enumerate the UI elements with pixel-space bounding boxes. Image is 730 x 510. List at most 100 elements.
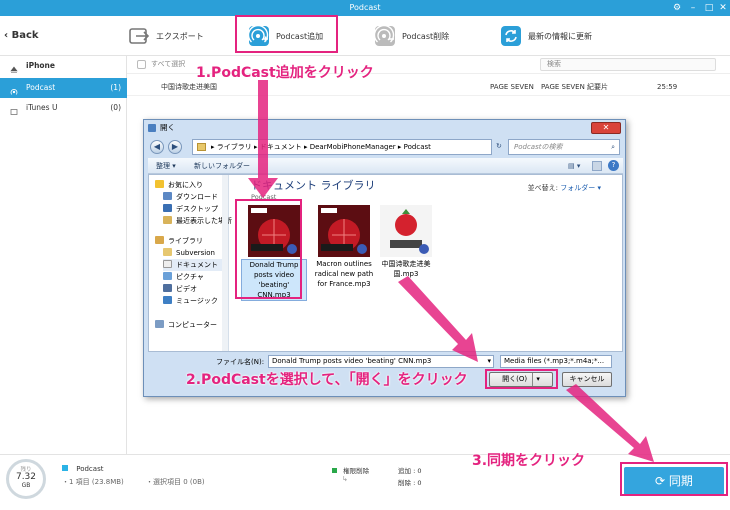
delete-podcast-button[interactable]: Podcast削除 <box>374 22 449 50</box>
select-all-label: すべて選択 <box>151 60 186 68</box>
file-tile[interactable]: 中国诗歌走进美国.mp3 <box>373 205 439 279</box>
sidebar-device[interactable]: iPhone <box>0 56 127 76</box>
search-input[interactable]: 検索 <box>540 58 716 71</box>
sidebar-item-itunes-u[interactable]: iTunes U (0) <box>0 98 127 118</box>
new-folder-button[interactable]: 新しいフォルダー <box>194 158 250 174</box>
refresh-label: 最新の情報に更新 <box>528 31 592 41</box>
nav-favorites[interactable]: お気に入り <box>155 179 203 191</box>
sidebar-item-podcast[interactable]: Podcast (1) <box>0 78 127 98</box>
filename-field[interactable]: Donald Trump posts video 'beating' CNN.m… <box>268 355 494 368</box>
back-button[interactable]: ‹ Back <box>0 24 40 48</box>
selected-count: ・選択項目 0 (0B) <box>146 478 205 486</box>
annotation-step3: 3.同期をクリック <box>472 453 586 469</box>
highlight-open-button <box>485 369 558 389</box>
nav-music[interactable]: ミュージック <box>163 295 218 307</box>
category-swatch <box>62 465 68 471</box>
nav-pictures[interactable]: ピクチャ <box>163 271 204 283</box>
back-label: Back <box>11 30 39 41</box>
highlight-add-podcast <box>235 15 338 53</box>
sidebar-item-count: (1) <box>110 83 121 92</box>
settings-icon[interactable]: ⚙ <box>670 1 684 15</box>
sort-control[interactable]: 並べ替え: フォルダー ▾ <box>528 183 601 193</box>
folder-icon <box>163 248 172 256</box>
dialog-app-icon <box>148 124 156 132</box>
breadcrumb-item[interactable]: ライブラリ <box>217 143 252 151</box>
export-icon <box>129 28 150 44</box>
desktop-icon <box>163 204 172 212</box>
select-all-checkbox[interactable] <box>137 60 146 69</box>
export-label: エクスポート <box>156 31 204 41</box>
nav-back-icon[interactable]: ◀ <box>150 140 164 154</box>
recent-places-icon <box>163 216 172 224</box>
dialog-nav-pane: お気に入り ダウンロード デスクトップ 最近表示した場所 ライブラリ Subve… <box>149 175 232 351</box>
maximize-icon[interactable]: □ <box>702 1 716 15</box>
filename-label: ファイル名(N): <box>216 358 265 366</box>
organize-button[interactable]: 整理 ▾ <box>156 158 176 174</box>
breadcrumb: ▸ ライブラリ ▸ ドキュメント ▸ DearMobiPhoneManager … <box>211 143 431 151</box>
view-options-icon[interactable]: ▤ ▾ <box>568 158 580 174</box>
storage-gauge: 残り 7.32 GB <box>6 459 46 499</box>
app-window: Podcast ⚙ – □ ✕ ‹ Back エクスポート Podcast追加 … <box>0 0 730 510</box>
sidebar: iPhone Podcast (1) iTunes U (0) <box>0 56 127 454</box>
breadcrumb-item[interactable]: ドキュメント <box>260 143 302 151</box>
row-album: PAGE SEVEN 紀要片 <box>541 83 609 91</box>
nav-scrollbar[interactable] <box>222 175 228 351</box>
minimize-icon[interactable]: – <box>686 1 700 15</box>
filename-value: Donald Trump posts video 'beating' CNN.m… <box>272 357 432 365</box>
cancel-button[interactable]: キャンセル <box>562 372 612 387</box>
pictures-icon <box>163 272 172 280</box>
cancel-label: キャンセル <box>569 375 605 383</box>
dialog-close-button[interactable]: ✕ <box>591 122 621 134</box>
legend-deleted: 削除 : 0 <box>398 479 422 487</box>
highlight-sync-button <box>620 462 728 496</box>
eject-icon <box>10 62 18 73</box>
item-count: ・1 項目 (23.8MB) <box>62 478 124 486</box>
nav-subversion[interactable]: Subversion <box>163 247 215 259</box>
nav-libraries[interactable]: ライブラリ <box>155 235 203 247</box>
dialog-search-placeholder: Podcastの検索 <box>514 143 563 151</box>
dialog-body: お気に入り ダウンロード デスクトップ 最近表示した場所 ライブラリ Subve… <box>148 174 623 352</box>
help-icon[interactable]: ? <box>608 160 619 171</box>
computer-icon <box>155 320 164 328</box>
nav-forward-icon[interactable]: ▶ <box>168 140 182 154</box>
filetype-value: Media files (*.mp3;*.m4a;*... <box>504 357 605 365</box>
nav-videos[interactable]: ビデオ <box>163 283 197 295</box>
star-icon <box>155 180 164 188</box>
nav-computer[interactable]: コンピューター <box>155 319 217 331</box>
chevron-left-icon: ‹ <box>4 30 9 41</box>
highlight-selected-file <box>235 199 302 299</box>
annotation-step1: 1.PodCast追加をクリック <box>196 65 374 81</box>
annotation-step2: 2.PodCastを選択して、「開く」をクリック <box>186 372 468 388</box>
export-button[interactable]: エクスポート <box>128 22 204 50</box>
legend-swatch <box>332 468 337 473</box>
filetype-select[interactable]: Media files (*.mp3;*.m4a;*... <box>500 355 612 368</box>
breadcrumb-item[interactable]: DearMobiPhoneManager <box>310 143 396 151</box>
row-time: 25:59 <box>657 83 678 91</box>
open-file-dialog: 開く ✕ ◀ ▶ ▸ ライブラリ ▸ ドキュメント ▸ DearMobiPhon… <box>143 119 626 397</box>
nav-documents[interactable]: ドキュメント <box>163 259 223 271</box>
breadcrumb-item[interactable]: Podcast <box>404 143 431 151</box>
refresh-icon <box>501 26 521 46</box>
refresh-button[interactable]: 最新の情報に更新 <box>500 22 592 50</box>
chevron-down-icon[interactable]: ▾ <box>487 356 491 367</box>
music-icon <box>163 296 172 304</box>
row-artist: PAGE SEVEN <box>490 83 534 91</box>
device-name: iPhone <box>26 61 55 70</box>
close-icon[interactable]: ✕ <box>716 1 730 15</box>
file-tile[interactable]: Macron outlines radical new path for Fra… <box>311 205 377 289</box>
window-title: Podcast <box>349 3 381 12</box>
itunes-u-icon <box>10 104 18 115</box>
library-icon <box>155 236 164 244</box>
sort-label: 並べ替え: <box>527 184 559 192</box>
preview-pane-icon[interactable] <box>592 161 602 171</box>
legend-permission-delete: 権限削除 <box>332 465 369 475</box>
address-bar[interactable]: ▸ ライブラリ ▸ ドキュメント ▸ DearMobiPhoneManager … <box>192 139 492 155</box>
nav-desktop[interactable]: デスクトップ <box>163 203 218 215</box>
sidebar-item-label: Podcast <box>26 83 56 92</box>
nav-downloads[interactable]: ダウンロード <box>163 191 218 203</box>
file-name: Macron outlines radical new path for Fra… <box>314 260 374 288</box>
command-bar: 整理 ▾ 新しいフォルダー ▤ ▾ ? <box>148 158 623 174</box>
sidebar-item-count: (0) <box>110 103 121 112</box>
dialog-search-input[interactable]: Podcastの検索 ⌕ <box>508 139 620 155</box>
address-refresh-icon[interactable]: ↻ <box>496 142 502 150</box>
